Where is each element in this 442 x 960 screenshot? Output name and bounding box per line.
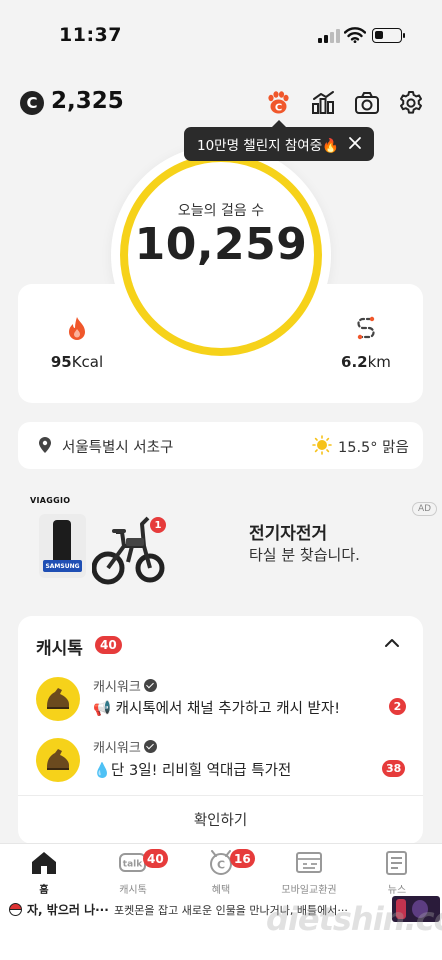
- status-time: 11:37: [59, 24, 122, 46]
- ad-title: 전기자전거: [249, 524, 328, 544]
- calories-stat: 95Kcal: [48, 316, 106, 371]
- calories-value: 95: [50, 353, 72, 371]
- weather-text: 15.5° 맑음: [338, 440, 409, 456]
- voucher-icon: [294, 849, 324, 877]
- message-text[interactable]: 💧단 3일! 리비힐 역대급 특가전: [93, 759, 291, 780]
- ebike-image: [92, 516, 165, 585]
- message-unread-badge: 2: [389, 698, 406, 715]
- tab-cashtalk-badge: 40: [143, 849, 168, 868]
- samsung-logo: SAMSUNG: [43, 560, 82, 572]
- camera-icon[interactable]: [354, 90, 380, 116]
- tab-home[interactable]: 홈: [9, 849, 79, 896]
- confirm-button[interactable]: 확인하기: [18, 796, 423, 842]
- ad-phone-image: SAMSUNG: [39, 514, 86, 578]
- cashtalk-title: 캐시톡: [36, 639, 83, 659]
- cashtalk-count-badge: 40: [95, 636, 122, 654]
- message-sender: 캐시워크: [93, 737, 157, 756]
- tab-benefit-badge: 16: [230, 849, 255, 868]
- step-ring-lower: [111, 284, 331, 365]
- challenge-icon[interactable]: C: [265, 90, 291, 116]
- pokeball-icon: [9, 903, 22, 916]
- signal-icon: [318, 29, 340, 43]
- tab-label: 혜택: [211, 885, 231, 896]
- home-icon: [29, 849, 59, 877]
- close-icon[interactable]: [347, 135, 363, 151]
- tab-label: 모바일교환권: [281, 885, 337, 896]
- message-text[interactable]: 📢 캐시톡에서 채널 추가하고 캐시 받자!: [93, 697, 340, 718]
- battery-level: [375, 31, 383, 39]
- cash-coin-icon: C: [20, 91, 44, 115]
- fire-icon: [69, 317, 85, 340]
- settings-icon[interactable]: [398, 90, 424, 116]
- tab-label: 뉴스: [387, 885, 407, 896]
- message-unread-badge: 38: [382, 760, 406, 777]
- battery-icon: [372, 28, 405, 43]
- challenge-tooltip[interactable]: 10만명 챌린지 참여중🔥: [184, 120, 374, 161]
- location-pin-icon: [39, 437, 51, 453]
- sun-icon: [312, 435, 332, 455]
- chevron-up-icon[interactable]: [381, 632, 403, 654]
- tab-label: 캐시톡: [119, 885, 147, 896]
- svg-text:C: C: [275, 103, 282, 114]
- ad-notification-badge: 1: [150, 517, 166, 533]
- wifi-icon: [344, 27, 366, 43]
- svg-text:C: C: [217, 859, 225, 872]
- ticker-title: 자, 밖으러 나···: [27, 903, 109, 917]
- steps-label: 오늘의 걸음 수: [177, 203, 265, 219]
- stats-icon[interactable]: [310, 90, 336, 116]
- cash-amount[interactable]: 2,325: [51, 88, 124, 114]
- tab-voucher[interactable]: 모바일교환권: [274, 849, 344, 896]
- route-icon: [357, 316, 375, 340]
- cashwalk-avatar: [36, 738, 80, 782]
- tab-label: 홈: [39, 885, 49, 896]
- message-sender: 캐시워크: [93, 676, 157, 695]
- ad-label[interactable]: AD: [412, 502, 438, 516]
- location-text: 서울특별시 서초구: [62, 440, 174, 456]
- steps-value: 10,259: [134, 219, 308, 270]
- shoe-icon: [47, 688, 69, 709]
- verified-icon: [143, 740, 157, 753]
- cashwalk-avatar: [36, 677, 80, 721]
- calories-unit: Kcal: [71, 353, 104, 371]
- tab-news[interactable]: 뉴스: [362, 849, 432, 896]
- ad-brand: VIAGGIO: [30, 496, 71, 505]
- ad-subtitle: 타실 분 찾습니다.: [249, 546, 360, 564]
- verified-icon: [143, 679, 157, 692]
- tooltip-text: 10만명 챌린지 참여중🔥: [197, 138, 339, 154]
- svg-text:talk: talk: [123, 860, 143, 870]
- news-icon: [382, 849, 412, 877]
- distance-value: 6.2: [341, 353, 368, 371]
- watermark: dietshin.com: [266, 900, 442, 938]
- distance-unit: km: [367, 353, 391, 371]
- shoe-icon: [47, 749, 69, 770]
- distance-stat: 6.2km: [338, 316, 394, 371]
